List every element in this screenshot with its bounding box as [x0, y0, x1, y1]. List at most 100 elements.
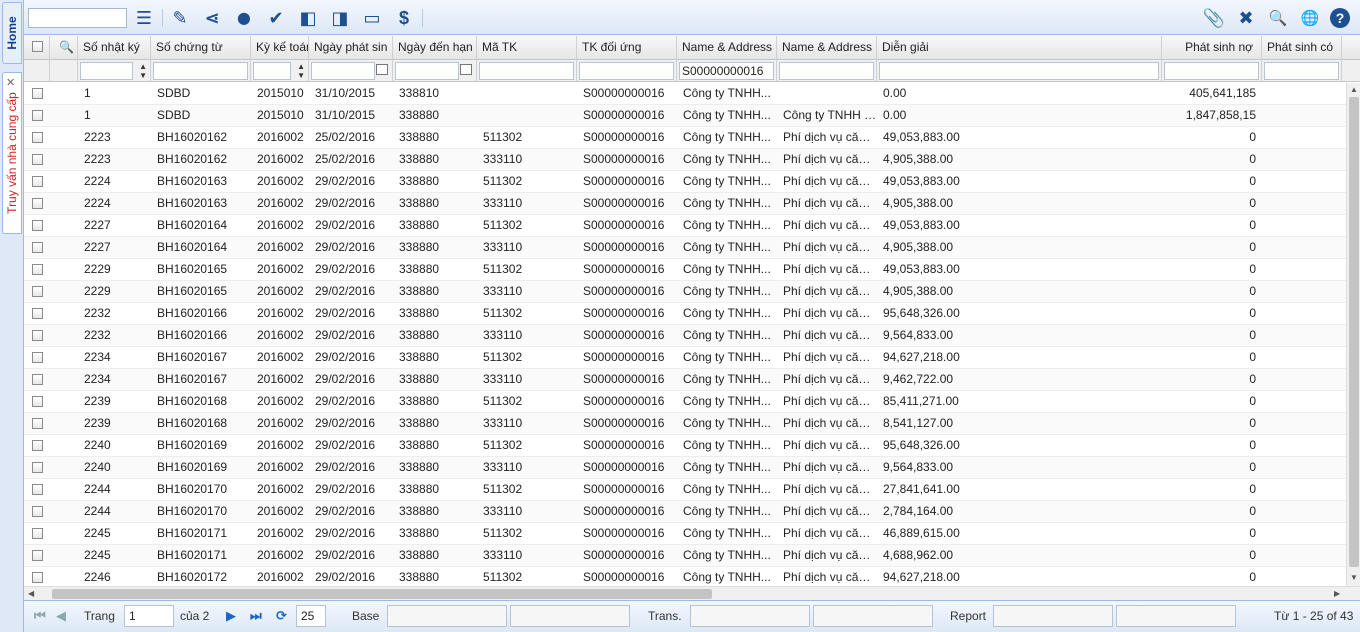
table-row[interactable]: 2246 BH16020172 2016002 29/02/2016 338880 511… [24, 567, 1346, 586]
row-checkbox[interactable] [32, 308, 43, 319]
col-name-address-1[interactable]: Name & Address [677, 36, 777, 60]
col-ngay-den-han[interactable]: Ngày đến hạn [393, 36, 477, 60]
filter-cell[interactable] [1262, 60, 1342, 82]
base-field-1[interactable] [387, 605, 507, 627]
row-checkbox-cell[interactable] [24, 523, 50, 545]
table-row[interactable]: 2223 BH16020162 2016002 25/02/2016 338880 333… [24, 149, 1346, 171]
filter-input[interactable] [253, 62, 291, 80]
prev-page-icon[interactable]: ◀ [56, 608, 66, 624]
filter-input[interactable] [153, 62, 248, 80]
row-checkbox[interactable] [32, 132, 43, 143]
row-checkbox-cell[interactable] [24, 369, 50, 391]
filter-input[interactable] [311, 62, 375, 80]
first-page-icon[interactable]: ⏮ [34, 608, 46, 624]
search-icon[interactable]: 🔍 [59, 40, 74, 54]
filter-input[interactable]: S00000000016 [679, 62, 774, 80]
report-field-2[interactable] [1116, 605, 1236, 627]
list-icon[interactable]: ☰ [132, 6, 156, 30]
page-number-input[interactable]: 1 [124, 605, 174, 627]
row-checkbox[interactable] [32, 220, 43, 231]
row-checkbox[interactable] [32, 330, 43, 341]
col-ngay-phat-sinh[interactable]: Ngày phát sin [309, 36, 393, 60]
filter-cell[interactable]: S00000000016 [677, 60, 777, 82]
edit-icon[interactable]: ✎ [168, 6, 192, 30]
attach-icon[interactable]: 📎 [1202, 6, 1226, 30]
horizontal-scroll-thumb[interactable] [52, 589, 712, 599]
row-checkbox-cell[interactable] [24, 127, 50, 149]
table-row[interactable]: 2232 BH16020166 2016002 29/02/2016 338880 333… [24, 325, 1346, 347]
check-icon[interactable]: ✔ [264, 6, 288, 30]
row-checkbox-cell[interactable] [24, 545, 50, 567]
trans-field-2[interactable] [813, 605, 933, 627]
row-checkbox[interactable] [32, 264, 43, 275]
table-row[interactable]: 2245 BH16020171 2016002 29/02/2016 338880 333… [24, 545, 1346, 567]
col-so-nhat-ky[interactable]: Số nhật ký [78, 36, 151, 60]
filter-cell[interactable] [309, 60, 393, 82]
col-phat-sinh-co[interactable]: Phát sinh có [1262, 36, 1342, 60]
currency-icon[interactable]: $ [392, 6, 416, 30]
row-checkbox[interactable] [32, 440, 43, 451]
tab-supplier-query[interactable]: Truy vấn nhà cung cấp [2, 72, 22, 234]
col-tk-doi-ung[interactable]: TK đối ứng [577, 36, 677, 60]
calendar-icon[interactable] [376, 64, 388, 75]
filter-input[interactable] [1264, 62, 1339, 80]
col-ma-tk[interactable]: Mã TK [477, 36, 577, 60]
table-row[interactable]: 2229 BH16020165 2016002 29/02/2016 338880 333… [24, 281, 1346, 303]
table-row[interactable]: 2240 BH16020169 2016002 29/02/2016 338880 511… [24, 435, 1346, 457]
row-checkbox-cell[interactable] [24, 435, 50, 457]
base-field-2[interactable] [510, 605, 630, 627]
scroll-right-icon[interactable]: ▶ [1334, 589, 1340, 598]
table-row[interactable]: 1 SDBD 2015010 31/10/2015 338810 S00000000016… [24, 83, 1346, 105]
table-row[interactable]: 2227 BH16020164 2016002 29/02/2016 338880 333… [24, 237, 1346, 259]
filter-input[interactable] [779, 62, 874, 80]
filter-input[interactable] [1164, 62, 1259, 80]
row-checkbox[interactable] [32, 418, 43, 429]
row-checkbox[interactable] [32, 462, 43, 473]
filter-cell[interactable] [151, 60, 251, 82]
tab-home[interactable]: Home [2, 2, 22, 64]
split-left-icon[interactable]: ◧ [296, 6, 320, 30]
table-row[interactable]: 1 SDBD 2015010 31/10/2015 338880 S00000000016… [24, 105, 1346, 127]
scroll-down-icon[interactable]: ▼ [1350, 573, 1358, 582]
filter-cell[interactable] [1162, 60, 1262, 82]
row-checkbox-cell[interactable] [24, 237, 50, 259]
filter-input[interactable] [395, 62, 459, 80]
page-size-input[interactable]: 25 [296, 605, 326, 627]
row-checkbox[interactable] [32, 176, 43, 187]
table-row[interactable]: 2244 BH16020170 2016002 29/02/2016 338880 511… [24, 479, 1346, 501]
card-icon[interactable]: ▭ [360, 6, 384, 30]
search-input[interactable] [28, 8, 127, 28]
row-checkbox-cell[interactable] [24, 83, 50, 105]
vertical-scrollbar[interactable]: ▲ ▼ [1346, 83, 1360, 586]
row-checkbox-cell[interactable] [24, 501, 50, 523]
row-checkbox-cell[interactable] [24, 479, 50, 501]
table-row[interactable]: 2224 BH16020163 2016002 29/02/2016 338880 333… [24, 193, 1346, 215]
calendar-icon[interactable] [460, 64, 472, 75]
filter-input[interactable] [479, 62, 574, 80]
scroll-up-icon[interactable]: ▲ [1350, 85, 1358, 94]
filter-cell[interactable] [577, 60, 677, 82]
filter-input[interactable] [579, 62, 674, 80]
report-field-1[interactable] [993, 605, 1113, 627]
table-row[interactable]: 2240 BH16020169 2016002 29/02/2016 338880 333… [24, 457, 1346, 479]
table-row[interactable]: 2239 BH16020168 2016002 29/02/2016 338880 511… [24, 391, 1346, 413]
row-checkbox[interactable] [32, 396, 43, 407]
globe-icon[interactable]: 🌐 [1298, 6, 1322, 30]
scroll-left-icon[interactable]: ◀ [28, 589, 34, 598]
row-checkbox[interactable] [32, 88, 43, 99]
vertical-scroll-thumb[interactable] [1349, 97, 1359, 567]
spinner-icon[interactable]: ▲ ▼ [297, 62, 305, 80]
filter-input[interactable] [879, 62, 1159, 80]
excel-export-icon[interactable]: ✖ [1234, 6, 1258, 30]
row-checkbox[interactable] [32, 352, 43, 363]
table-row[interactable]: 2229 BH16020165 2016002 29/02/2016 338880 511… [24, 259, 1346, 281]
row-checkbox[interactable] [32, 528, 43, 539]
table-row[interactable]: 2239 BH16020168 2016002 29/02/2016 338880 333… [24, 413, 1346, 435]
split-right-icon[interactable]: ◨ [328, 6, 352, 30]
row-checkbox-cell[interactable] [24, 347, 50, 369]
table-row[interactable]: 2223 BH16020162 2016002 25/02/2016 338880 511… [24, 127, 1346, 149]
row-checkbox[interactable] [32, 154, 43, 165]
filter-input[interactable] [80, 62, 133, 80]
col-so-chung-tu[interactable]: Số chứng từ [151, 36, 251, 60]
col-dien-giai[interactable]: Diễn giải [877, 36, 1162, 60]
